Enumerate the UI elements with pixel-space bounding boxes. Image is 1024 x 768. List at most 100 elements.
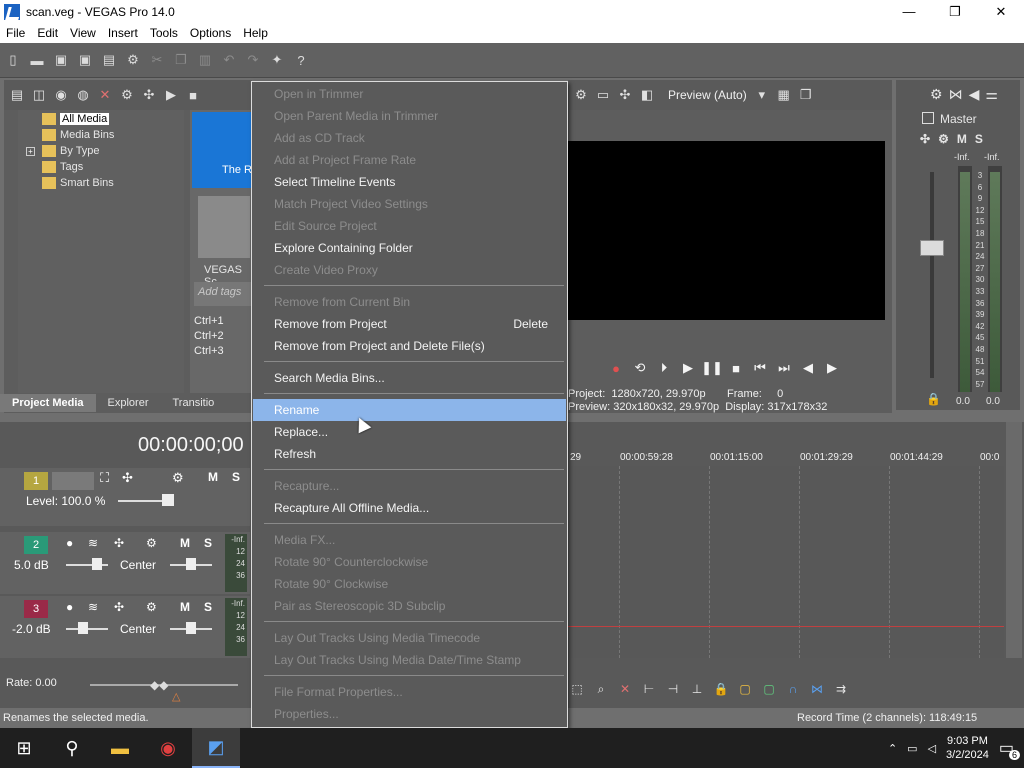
solo-button[interactable]: S [975,132,983,146]
solo-button[interactable]: S [204,536,212,550]
menu-item-rotate-90-clockwise[interactable]: Rotate 90° Clockwise [253,573,566,595]
audio-track-2[interactable]: 2 ● ≋ ✣ ⚙ M S 5.0 dB Center -Inf. 12 24 36 [0,532,250,594]
snapping-magnet-icon[interactable]: ∩ [784,680,802,698]
track-motion-icon[interactable]: ✣ [114,536,124,550]
menu-tools[interactable]: Tools [144,26,184,40]
split-icon[interactable]: ⊥ [688,680,706,698]
bus-icon[interactable]: ⋈ [949,86,963,103]
delete-icon[interactable]: ✕ [616,680,634,698]
tab-explorer[interactable]: Explorer [96,394,161,412]
video-track-1[interactable]: 1 ⛶ ✣ ⚙ M S Level: 100.0 % [0,468,250,526]
menu-item-remove-from-current-bin[interactable]: Remove from Current Bin [253,291,566,313]
whats-this-help-icon[interactable]: ? [292,51,310,69]
volume-slider-handle[interactable] [92,558,102,570]
playhead-marker-icon[interactable]: △ [172,690,180,703]
next-frame-icon[interactable]: ▶ [824,358,840,378]
audio-track-3[interactable]: 3 ● ≋ ✣ ⚙ M S -2.0 dB Center -Inf. 12 24 36 [0,596,250,658]
menu-item-explore-containing-folder[interactable]: Explore Containing Folder [253,237,566,259]
search-icon[interactable]: ⚲ [48,728,96,768]
menu-item-recapture-all-offline-media[interactable]: Recapture All Offline Media... [253,497,566,519]
prev-frame-icon[interactable]: ◀ [800,358,816,378]
chevron-down-icon[interactable]: ▾ [753,86,771,104]
record-arm-icon[interactable]: ● [66,536,73,550]
menu-item-file-format-properties[interactable]: File Format Properties... [253,681,566,703]
get-media-icon[interactable]: ◉ [52,86,70,104]
menu-item-match-project-video-settings[interactable]: Match Project Video Settings [253,193,566,215]
pause-icon[interactable]: ❚❚ [701,358,723,378]
menu-item-create-video-proxy[interactable]: Create Video Proxy [253,259,566,281]
track-fx-icon[interactable]: ⛶ [100,470,109,486]
marker-icon[interactable]: ▢ [736,680,754,698]
volume-slider-handle[interactable] [78,622,88,634]
mute-button[interactable]: M [208,470,218,484]
notification-center-icon[interactable]: ▭ 6 [999,738,1020,760]
close-button[interactable]: ✕ [978,0,1024,23]
media-fx-icon[interactable]: ⚙ [118,86,136,104]
menu-insert[interactable]: Insert [102,26,144,40]
audio-fx-icon[interactable]: ≋ [88,600,98,614]
menu-item-rotate-90-counterclockwise[interactable]: Rotate 90° Counterclockwise [253,551,566,573]
play-icon[interactable]: ▶ [162,86,180,104]
track-settings-gear-icon[interactable]: ⚙ [146,600,157,614]
zoom-tool-icon[interactable]: ⌕ [592,680,610,698]
preview-quality-dropdown[interactable]: Preview (Auto) [668,88,747,102]
menu-item-lay-out-tracks-using-media-date-time-stamp[interactable]: Lay Out Tracks Using Media Date/Time Sta… [253,649,566,671]
speaker-icon[interactable]: ◀ [969,86,980,103]
redo-icon[interactable]: ↷ [244,51,262,69]
tree-item-smart-bins[interactable]: Smart Bins [42,175,114,191]
new-file-icon[interactable]: ▯ [4,51,22,69]
preview-settings-icon[interactable]: ⚙ [572,86,590,104]
menu-item-remove-from-project-and-delete-file-s[interactable]: Remove from Project and Delete File(s) [253,335,566,357]
go-to-start-icon[interactable]: ⏮ [752,358,768,378]
stop-icon[interactable]: ■ [184,86,202,104]
track-settings-gear-icon[interactable]: ⚙ [146,536,157,550]
media-thumbnail-1[interactable]: The R [192,112,252,188]
tree-item-all-media[interactable]: All Media [42,111,110,127]
audio-fx-icon[interactable]: ≋ [88,536,98,550]
windows-start-icon[interactable]: ⊞ [0,728,48,768]
menu-item-lay-out-tracks-using-media-timecode[interactable]: Lay Out Tracks Using Media Timecode [253,627,566,649]
fader-icon[interactable]: ⚌ [985,86,998,103]
menu-item-search-media-bins[interactable]: Search Media Bins... [253,367,566,389]
loop-icon[interactable]: ⟲ [632,358,648,378]
mixer-settings-icon[interactable]: ⚙ [930,86,943,103]
timeline-ruler[interactable]: 29 00:00:59:28 00:01:15:00 00:01:29:29 0… [568,452,1004,466]
save-as-icon[interactable]: ▣ [76,51,94,69]
solo-button[interactable]: S [232,470,240,484]
menu-item-pair-as-stereoscopic-3d-subclip[interactable]: Pair as Stereoscopic 3D Subclip [253,595,566,617]
chevron-up-icon[interactable]: ⌃ [888,742,897,755]
add-tags-field[interactable]: Add tags [194,282,252,306]
tab-transitions[interactable]: Transitio [161,394,227,412]
mute-button[interactable]: M [180,600,190,614]
insert-fx-icon[interactable]: ✣ [920,132,930,146]
mute-button[interactable]: M [180,536,190,550]
menu-item-refresh[interactable]: Refresh [253,443,566,465]
chrome-icon[interactable]: ◉ [144,728,192,768]
menu-item-media-fx[interactable]: Media FX... [253,529,566,551]
menu-edit[interactable]: Edit [31,26,64,40]
grid-icon[interactable]: ▦ [775,86,793,104]
file-explorer-icon[interactable]: ▬ [96,728,144,768]
menu-view[interactable]: View [64,26,102,40]
go-to-end-icon[interactable]: ⏭ [776,358,792,378]
web-icon[interactable]: ◍ [74,86,92,104]
lock-icon[interactable]: 🔒 [926,392,941,406]
play-from-start-icon[interactable]: ⏵ [656,358,672,378]
vegas-taskbar-icon[interactable]: ◩ [192,728,240,768]
open-folder-icon[interactable]: ▬ [28,51,46,69]
plugin-icon[interactable]: ✦ [268,51,286,69]
auto-preview-icon[interactable]: ✣ [140,86,158,104]
clock[interactable]: 9:03 PM 3/2/2024 [946,734,989,762]
import-media-icon[interactable]: ▤ [8,86,26,104]
maximize-button[interactable]: ❐ [932,0,978,23]
paste-icon[interactable]: ▥ [196,51,214,69]
master-checkbox[interactable] [922,112,934,124]
record-icon[interactable]: ● [608,358,624,378]
menu-item-open-parent-media-in-trimmer[interactable]: Open Parent Media in Trimmer [253,105,566,127]
master-fader[interactable] [920,240,944,256]
menu-item-select-timeline-events[interactable]: Select Timeline Events [253,171,566,193]
menu-item-open-in-trimmer[interactable]: Open in Trimmer [253,83,566,105]
auto-crossfade-icon[interactable]: ⋈ [808,680,826,698]
vertical-scrollbar[interactable] [1006,422,1022,658]
menu-help[interactable]: Help [237,26,274,40]
